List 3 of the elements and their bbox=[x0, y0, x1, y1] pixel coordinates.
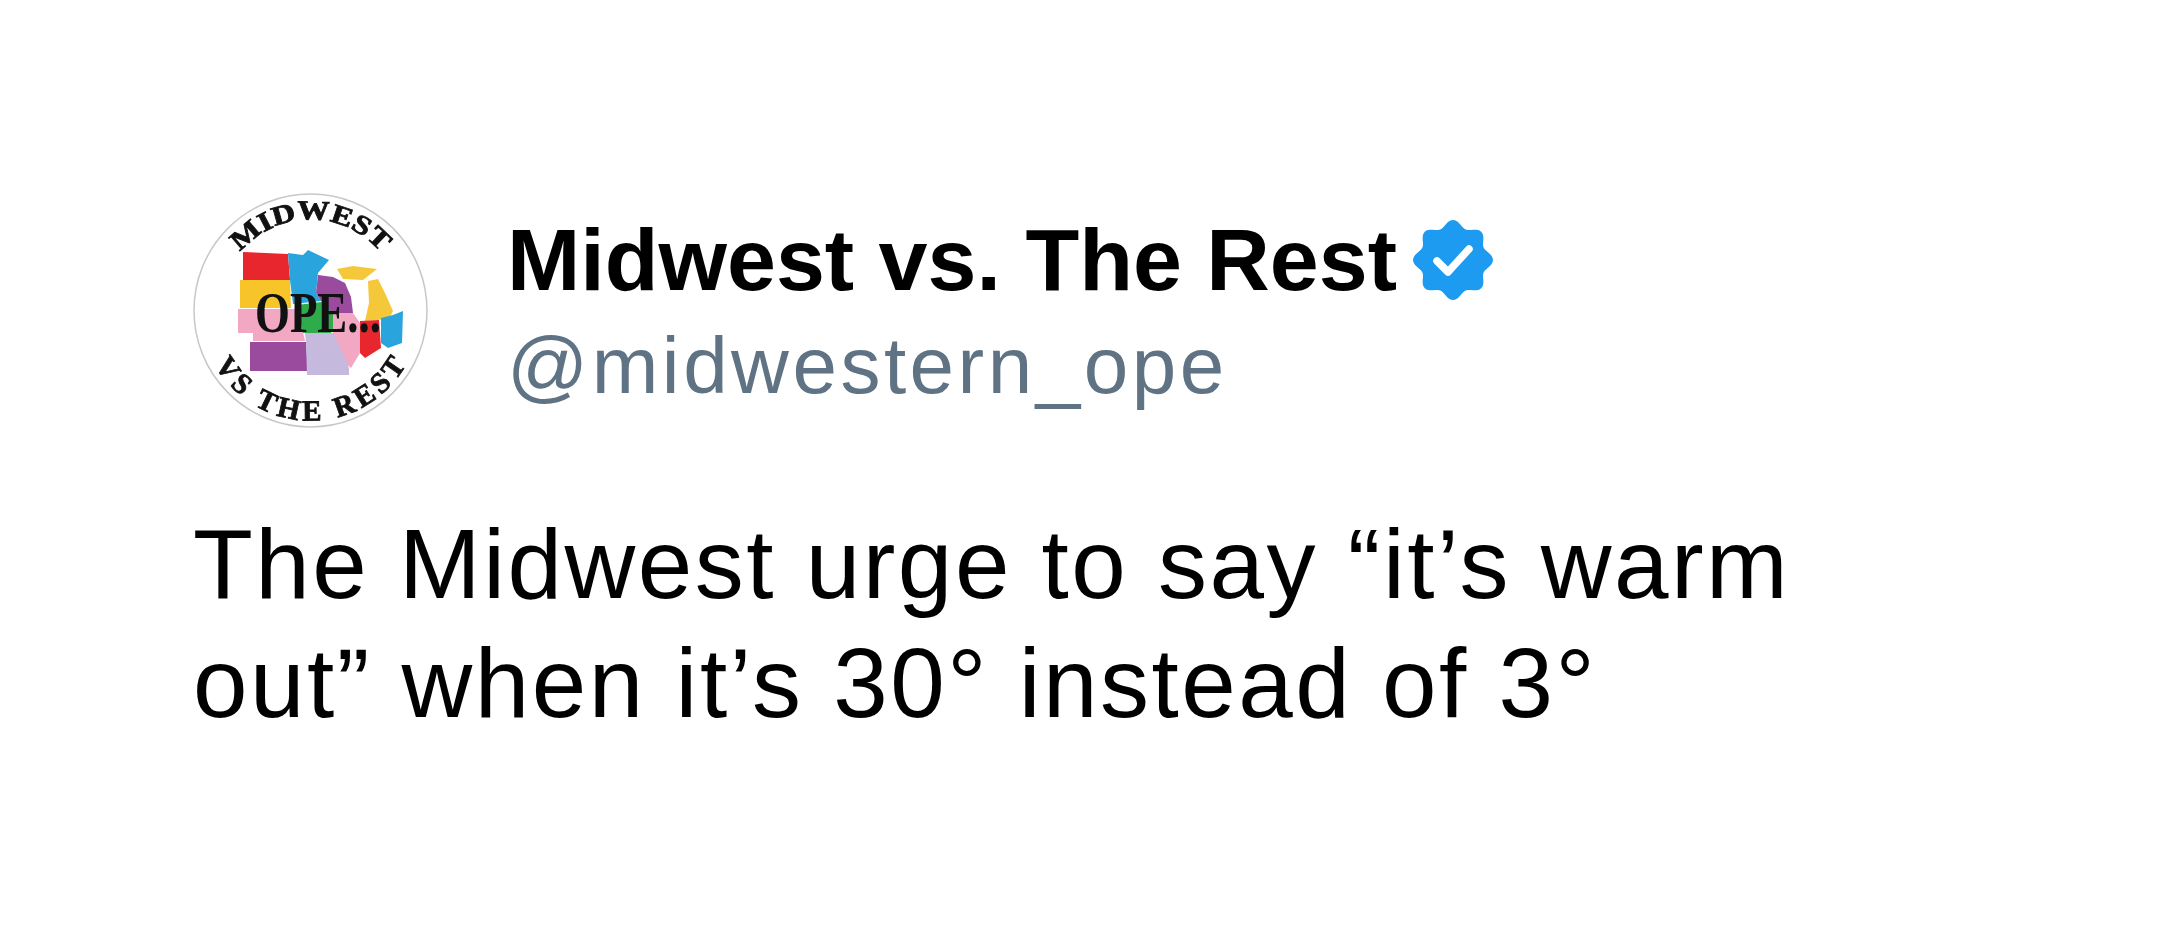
account-name: Midwest vs. The Rest bbox=[507, 209, 1397, 310]
account-handle: @midwestern_ope bbox=[507, 320, 1228, 412]
tweet-text: The Midwest urge to say “it’s warm out” when it’s 30° instead of 3° bbox=[193, 508, 1792, 740]
